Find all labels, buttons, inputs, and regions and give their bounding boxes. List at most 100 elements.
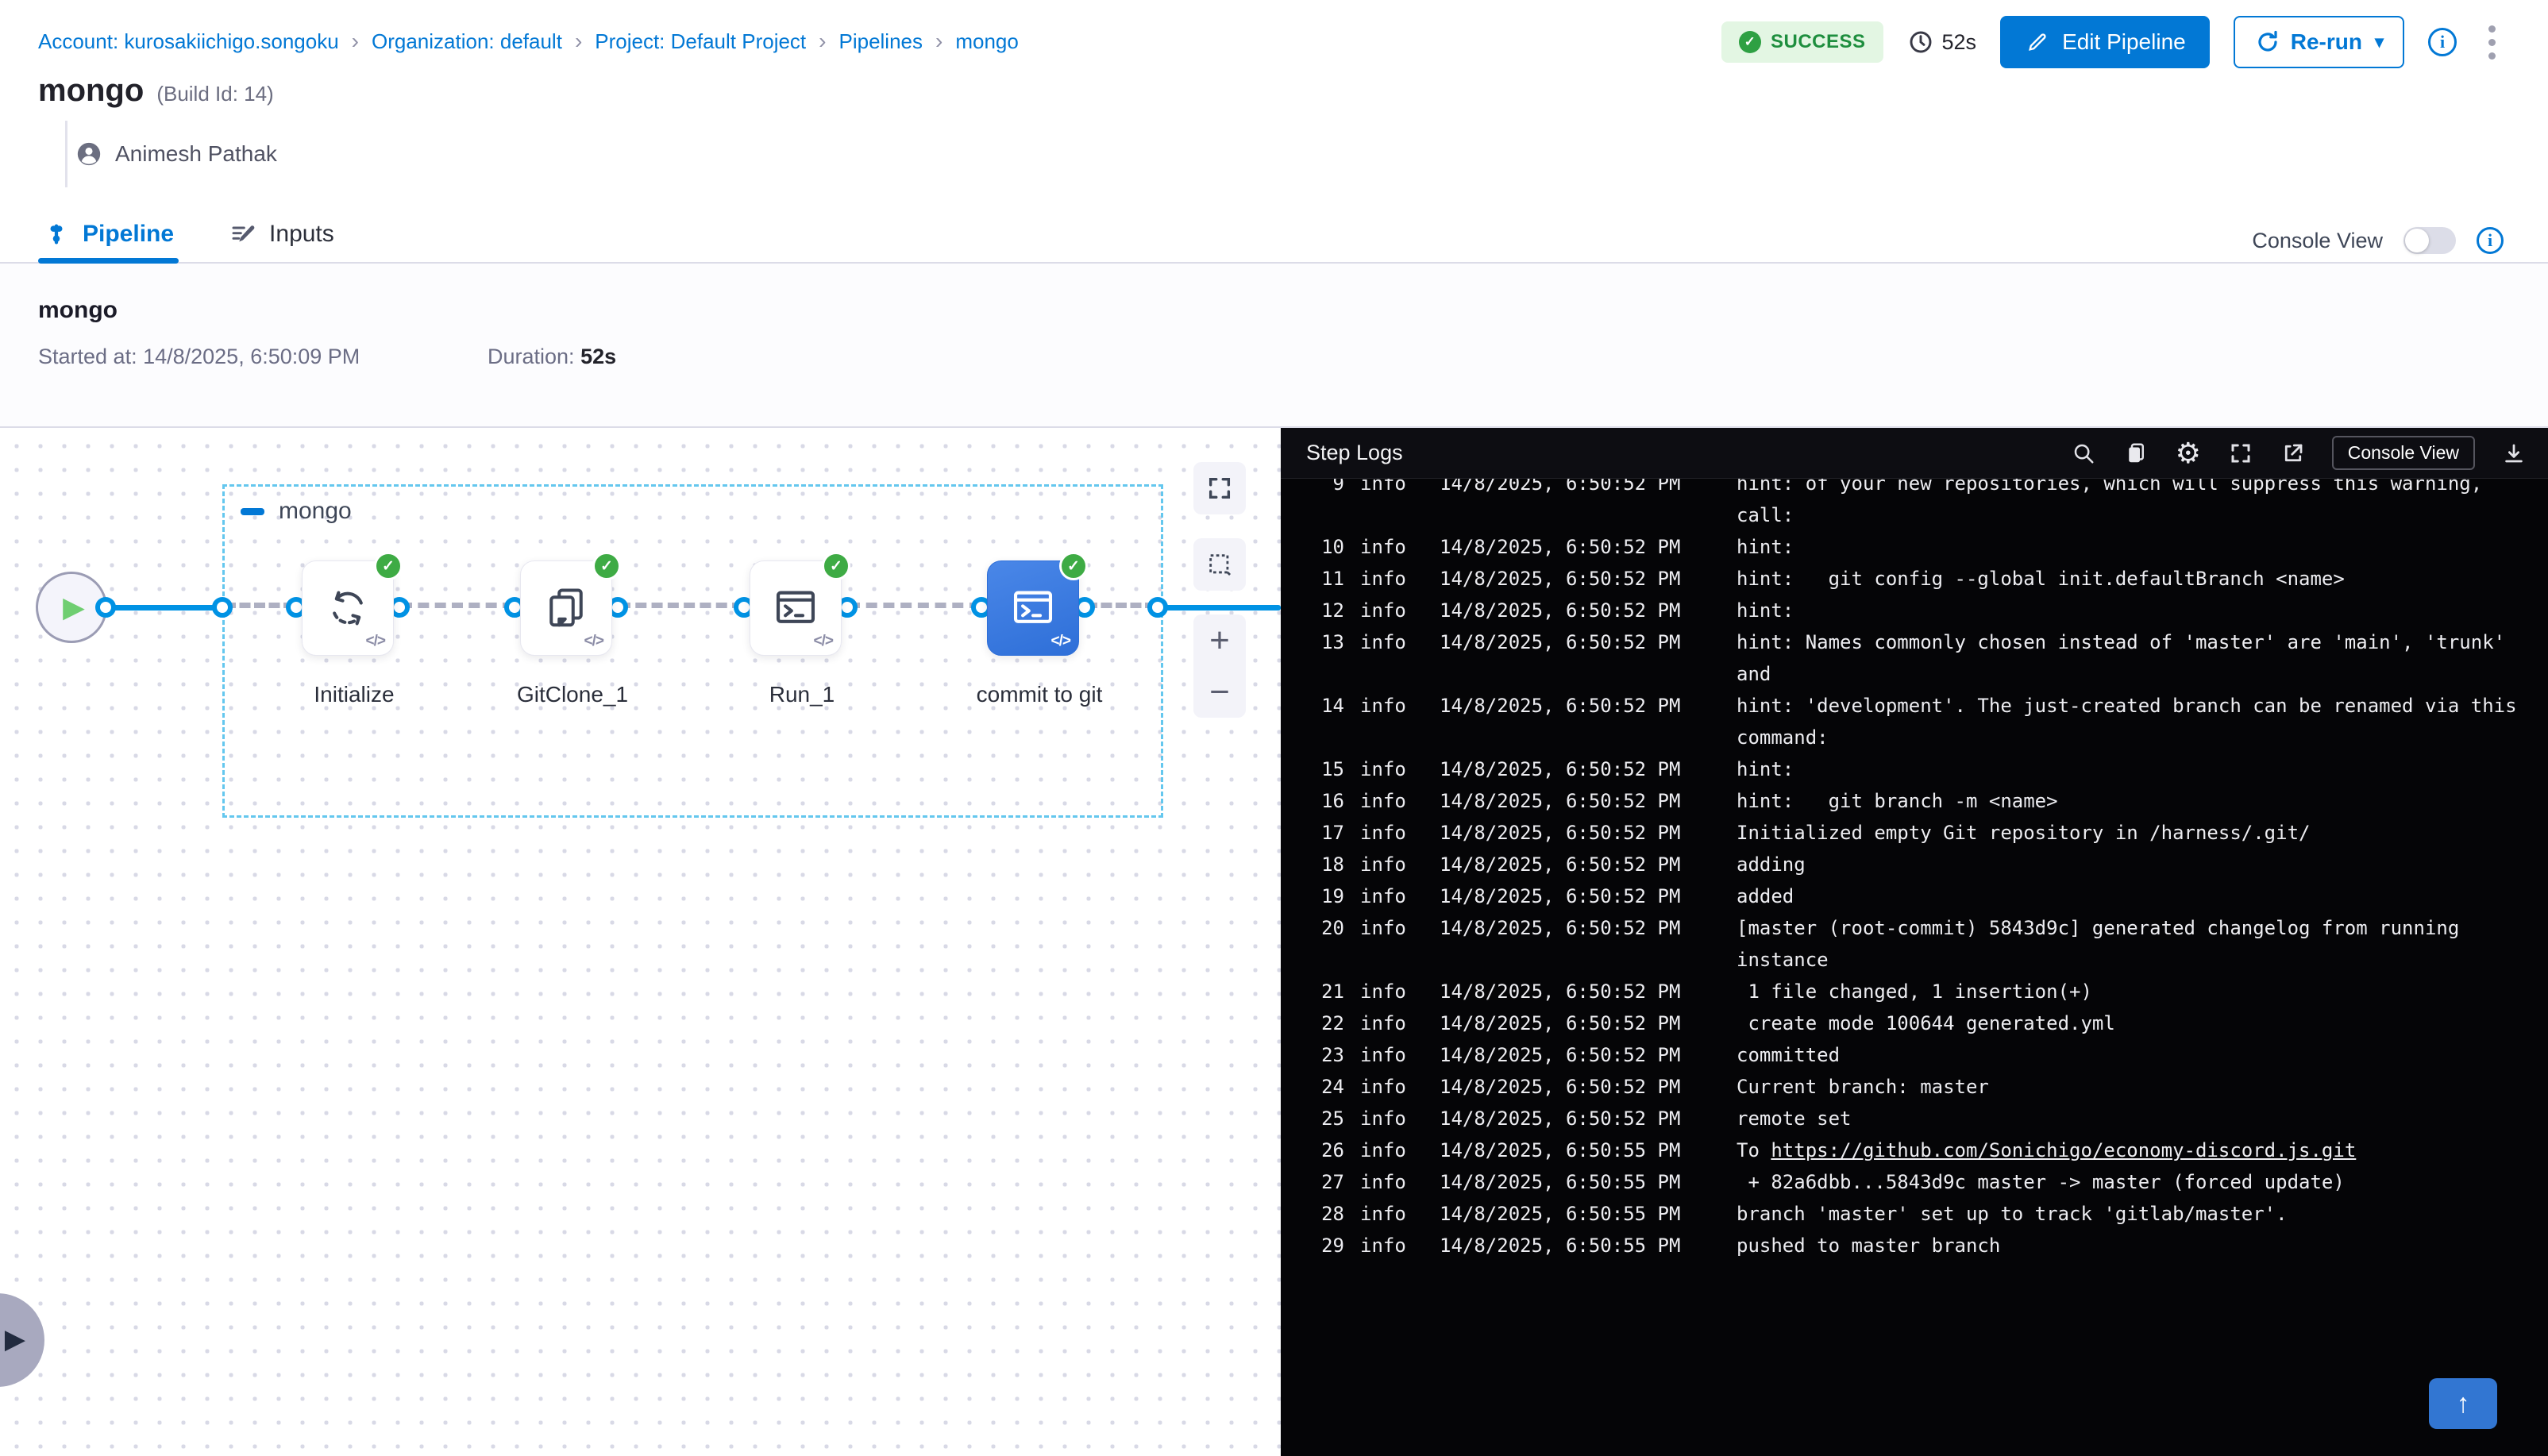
log-message: pushed to master branch: [1737, 1230, 2000, 1261]
tab-inputs[interactable]: Inputs: [225, 206, 339, 262]
pipeline-execution-page: Account: kurosakiichigo.songoku › Organi…: [0, 0, 2548, 1456]
pipeline-canvas[interactable]: mongo ▶ ✓: [0, 428, 1281, 1456]
log-timestamp: 14/8/2025, 6:50:55 PM: [1440, 1166, 1686, 1198]
log-message: adding: [1737, 849, 1806, 880]
breadcrumb-project[interactable]: Project: Default Project: [595, 29, 806, 54]
console-view-button[interactable]: Console View: [2332, 436, 2475, 470]
author-row: Animesh Pathak: [65, 121, 277, 187]
edge-dashed: [225, 603, 295, 608]
node-port: [1147, 597, 1168, 618]
log-level: info: [1360, 817, 1411, 849]
title-row: mongo (Build Id: 14): [38, 73, 274, 109]
step-label: Initialize: [235, 682, 473, 707]
console-view-info-icon[interactable]: i: [2477, 227, 2504, 254]
log-line-number: 24: [1314, 1071, 1344, 1103]
panel-expand-handle[interactable]: ▶: [0, 1293, 44, 1387]
edge-start-solid: [106, 605, 225, 611]
log-line-number: [1314, 658, 1344, 690]
rerun-label: Re-run: [2291, 29, 2362, 55]
zoom-out-button[interactable]: −: [1193, 666, 1246, 718]
breadcrumb-separator: ›: [935, 29, 942, 54]
log-timestamp: [1440, 944, 1686, 976]
zoom-in-button[interactable]: +: [1193, 614, 1246, 666]
breadcrumb-account[interactable]: Account: kurosakiichigo.songoku: [38, 29, 339, 54]
log-timestamp: 14/8/2025, 6:50:52 PM: [1440, 1103, 1686, 1134]
log-level: info: [1360, 912, 1411, 944]
open-external-icon[interactable]: [2280, 440, 2307, 467]
scroll-to-top-button[interactable]: ↑: [2429, 1378, 2497, 1429]
canvas-select-button[interactable]: [1193, 538, 1246, 591]
step-node-commit-to-git[interactable]: ✓ </>: [987, 560, 1079, 656]
rerun-button[interactable]: Re-run ▾: [2234, 16, 2404, 68]
collapse-group-icon[interactable]: [241, 508, 264, 515]
log-row: 29info14/8/2025, 6:50:55 PMpushed to mas…: [1314, 1230, 2548, 1261]
duration-value-text: 52s: [580, 345, 616, 368]
step-node-run[interactable]: ✓ </>: [750, 560, 842, 656]
step-node-initialize[interactable]: ✓ </>: [302, 560, 394, 656]
log-link[interactable]: https://github.com/Sonichigo/economy-dis…: [1771, 1139, 2356, 1161]
log-level: info: [1360, 626, 1411, 658]
console-view-toggle[interactable]: [2403, 227, 2456, 254]
breadcrumb: Account: kurosakiichigo.songoku › Organi…: [38, 29, 1019, 54]
log-level: info: [1360, 595, 1411, 626]
edit-pipeline-label: Edit Pipeline: [2062, 29, 2186, 55]
stage-name: mongo: [38, 297, 118, 324]
fullscreen-icon[interactable]: [2227, 440, 2254, 467]
log-line-number: 13: [1314, 626, 1344, 658]
log-message: hint: of your new repositories, which wi…: [1737, 479, 2482, 499]
log-line-number: 15: [1314, 753, 1344, 785]
copy-icon[interactable]: [2122, 440, 2149, 467]
status-badge-label: SUCCESS: [1771, 31, 1866, 53]
log-message: 1 file changed, 1 insertion(+): [1737, 976, 2092, 1007]
started-at: Started at: 14/8/2025, 6:50:09 PM: [38, 345, 360, 369]
inputs-edit-icon: [229, 221, 256, 248]
log-message: committed: [1737, 1039, 1840, 1071]
step-node-gitclone[interactable]: ✓ </>: [520, 560, 612, 656]
info-icon[interactable]: i: [2428, 28, 2457, 56]
step-logs-panel: Step Logs ⚙ Console View: [1281, 428, 2548, 1456]
console-view-toggle-area: Console View i: [2252, 227, 2504, 254]
log-timestamp: 14/8/2025, 6:50:52 PM: [1440, 785, 1686, 817]
settings-gear-icon[interactable]: ⚙: [2175, 440, 2202, 467]
log-row: 27info14/8/2025, 6:50:55 PM + 82a6dbb...…: [1314, 1166, 2548, 1198]
stage-duration: Duration: 52s: [488, 345, 616, 369]
log-level: info: [1360, 785, 1411, 817]
log-line-number: [1314, 722, 1344, 753]
log-row: command:: [1314, 722, 2548, 753]
log-level: info: [1360, 563, 1411, 595]
breadcrumb-separator: ›: [575, 29, 582, 54]
breadcrumb-pipelines[interactable]: Pipelines: [838, 29, 923, 54]
log-message: hint: Names commonly chosen instead of '…: [1737, 626, 2505, 658]
edge-end-solid: [1158, 605, 1281, 611]
breadcrumb-pipeline-name[interactable]: mongo: [955, 29, 1019, 54]
log-timestamp: [1440, 658, 1686, 690]
chevron-down-icon: ▾: [2375, 32, 2384, 52]
tab-pipeline[interactable]: Pipeline: [38, 206, 179, 262]
stage-group-label: mongo: [279, 498, 352, 525]
header-actions: ✓ SUCCESS 52s Edit Pipeline Re-run: [1721, 14, 2504, 70]
breadcrumb-organization[interactable]: Organization: default: [372, 29, 562, 54]
canvas-fullscreen-button[interactable]: [1193, 462, 1246, 514]
edit-pipeline-button[interactable]: Edit Pipeline: [2000, 16, 2210, 68]
log-level: info: [1360, 1198, 1411, 1230]
node-port: [95, 597, 116, 618]
log-message: added: [1737, 880, 1794, 912]
pipeline-icon: [43, 221, 70, 248]
search-icon[interactable]: [2070, 440, 2097, 467]
download-icon[interactable]: [2500, 440, 2527, 467]
tab-pipeline-label: Pipeline: [83, 221, 174, 248]
stage-group-header: mongo: [241, 498, 352, 525]
more-options-menu[interactable]: [2481, 21, 2504, 64]
log-rows: 9info14/8/2025, 6:50:52 PMhint: of your …: [1314, 479, 2548, 1261]
log-level: [1360, 722, 1411, 753]
log-message: branch 'master' set up to track 'gitlab/…: [1737, 1198, 2288, 1230]
log-row: 24info14/8/2025, 6:50:52 PMCurrent branc…: [1314, 1071, 2548, 1103]
log-row: call:: [1314, 499, 2548, 531]
log-line-number: 19: [1314, 880, 1344, 912]
log-timestamp: 14/8/2025, 6:50:52 PM: [1440, 690, 1686, 722]
log-row: 14info14/8/2025, 6:50:52 PMhint: 'develo…: [1314, 690, 2548, 722]
log-message: hint:: [1737, 595, 1794, 626]
log-line-number: 23: [1314, 1039, 1344, 1071]
log-line-number: 26: [1314, 1134, 1344, 1166]
log-body[interactable]: 9info14/8/2025, 6:50:52 PMhint: of your …: [1281, 479, 2548, 1456]
